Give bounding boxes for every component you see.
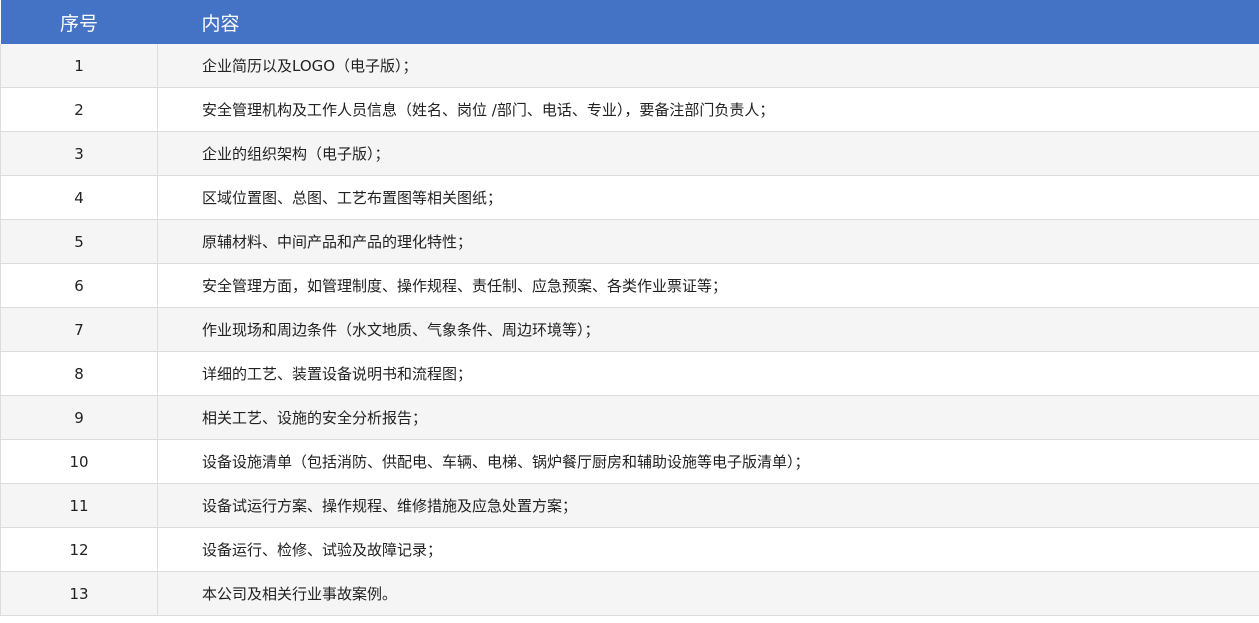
row-number: 10 (0, 439, 158, 484)
row-number: 7 (0, 307, 158, 352)
row-content: 安全管理方面，如管理制度、操作规程、责任制、应急预案、各类作业票证等； (157, 263, 1259, 308)
row-number: 8 (0, 351, 158, 396)
table-row: 12 设备运行、检修、试验及故障记录； (0, 527, 1259, 572)
row-content: 本公司及相关行业事故案例。 (157, 571, 1259, 616)
row-number: 9 (0, 395, 158, 440)
row-number: 4 (0, 175, 158, 220)
table-row: 1 企业简历以及LOGO（电子版）； (0, 44, 1259, 88)
table-row: 3 企业的组织架构（电子版）； (0, 131, 1259, 176)
table-row: 9 相关工艺、设施的安全分析报告； (0, 395, 1259, 440)
table-row: 2 安全管理机构及工作人员信息（姓名、岗位 /部门、电话、专业），要备注部门负责… (0, 87, 1259, 132)
row-content: 企业简历以及LOGO（电子版）； (157, 44, 1259, 88)
table-row: 8 详细的工艺、装置设备说明书和流程图； (0, 351, 1259, 396)
table-row: 4 区域位置图、总图、工艺布置图等相关图纸； (0, 175, 1259, 220)
row-content: 设备运行、检修、试验及故障记录； (157, 527, 1259, 572)
table-row: 5 原辅材料、中间产品和产品的理化特性； (0, 219, 1259, 264)
row-content: 设备设施清单（包括消防、供配电、车辆、电梯、锅炉餐厅厨房和辅助设施等电子版清单）… (157, 439, 1259, 484)
table-row: 6 安全管理方面，如管理制度、操作规程、责任制、应急预案、各类作业票证等； (0, 263, 1259, 308)
row-number: 6 (0, 263, 158, 308)
table-row: 10 设备设施清单（包括消防、供配电、车辆、电梯、锅炉餐厅厨房和辅助设施等电子版… (0, 439, 1259, 484)
row-content: 区域位置图、总图、工艺布置图等相关图纸； (157, 175, 1259, 220)
row-content: 设备试运行方案、操作规程、维修措施及应急处置方案； (157, 483, 1259, 528)
row-number: 1 (0, 44, 158, 88)
requirements-table: 序号 内容 1 企业简历以及LOGO（电子版）； 2 安全管理机构及工作人员信息… (0, 0, 1259, 616)
row-number: 11 (0, 483, 158, 528)
table-row: 13 本公司及相关行业事故案例。 (0, 571, 1259, 616)
row-content: 企业的组织架构（电子版）； (157, 131, 1259, 176)
header-number: 序号 (59, 12, 98, 35)
row-number: 12 (0, 527, 158, 572)
row-content: 详细的工艺、装置设备说明书和流程图； (157, 351, 1259, 396)
row-content: 相关工艺、设施的安全分析报告； (157, 395, 1259, 440)
row-number: 3 (0, 131, 158, 176)
row-number: 2 (0, 87, 158, 132)
header-content: 内容 (201, 12, 240, 35)
row-number: 13 (0, 571, 158, 616)
row-content: 安全管理机构及工作人员信息（姓名、岗位 /部门、电话、专业），要备注部门负责人； (157, 87, 1259, 132)
table-header-row: 序号 内容 (0, 0, 1259, 44)
table-row: 7 作业现场和周边条件（水文地质、气象条件、周边环境等）； (0, 307, 1259, 352)
row-content: 作业现场和周边条件（水文地质、气象条件、周边环境等）； (157, 307, 1259, 352)
table-row: 11 设备试运行方案、操作规程、维修措施及应急处置方案； (0, 483, 1259, 528)
row-content: 原辅材料、中间产品和产品的理化特性； (157, 219, 1259, 264)
row-number: 5 (0, 219, 158, 264)
